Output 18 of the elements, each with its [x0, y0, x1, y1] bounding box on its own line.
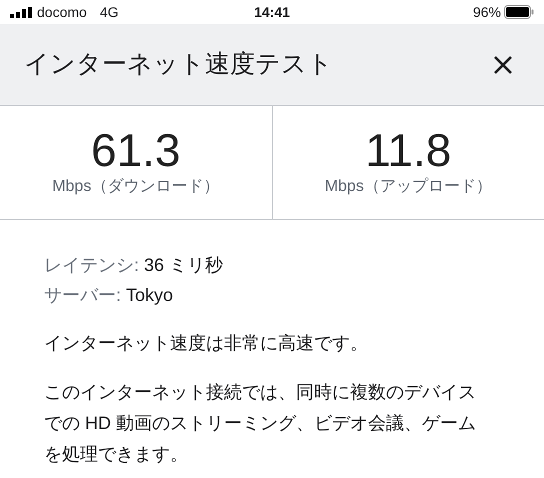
speed-unit: Mbps（ダウンロード） — [52, 176, 220, 196]
clock-time: 14:41 — [254, 2, 290, 22]
speed-value: 11.8 — [365, 126, 452, 172]
speed-value: 61.3 — [90, 126, 181, 172]
result-description: このインターネット接続では、同時に複数のデバイスでの HD 動画のストリーミング、ビデオ会議、ゲームを処理できます。 — [44, 381, 477, 466]
battery-icon — [504, 5, 534, 19]
detail-label: サーバー: — [44, 284, 122, 307]
carrier-name: docomo — [37, 2, 87, 22]
speed-unit: Mbps（アップロード） — [324, 176, 492, 196]
detail-value: Tokyo — [126, 284, 174, 307]
result-description: インターネット速度は非常に高速です。 — [44, 332, 369, 355]
close-icon — [493, 54, 513, 74]
detail-label: レイテンシ: — [44, 254, 140, 277]
detail-value: 36 ミリ秒 — [144, 254, 224, 277]
network-type: 4G — [100, 2, 118, 22]
battery-percentage: 96% — [472, 2, 501, 22]
signal-icon — [10, 6, 32, 18]
page-title: インターネット速度テスト — [24, 48, 333, 80]
